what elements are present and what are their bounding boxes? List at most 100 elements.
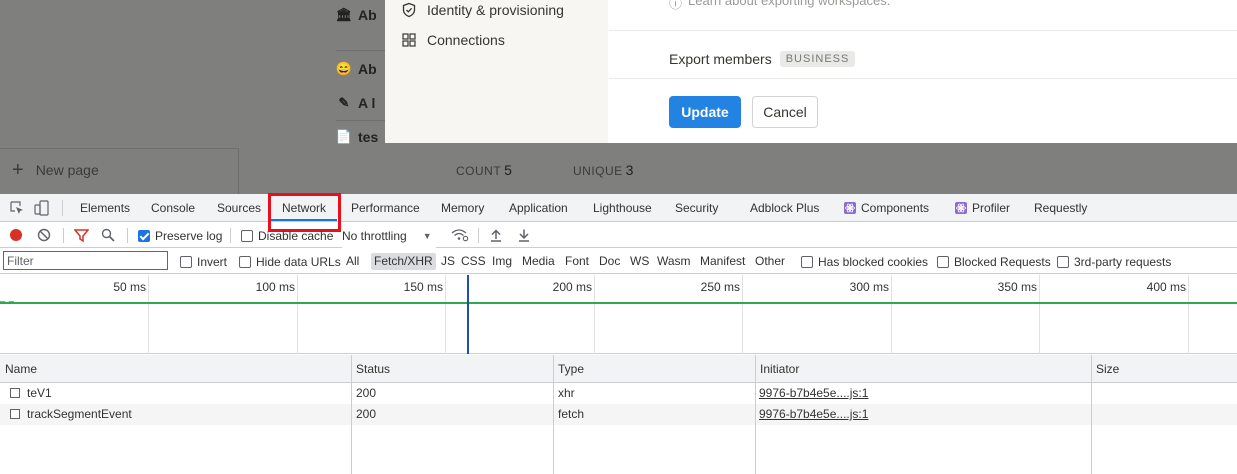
filter-type-font[interactable]: Font	[563, 253, 591, 270]
request-type: fetch	[558, 407, 585, 421]
tab-security[interactable]: Security	[675, 194, 718, 222]
invert-checkbox[interactable]: Invert	[180, 249, 227, 274]
invert-label: Invert	[197, 254, 228, 269]
filter-input[interactable]	[3, 251, 168, 270]
tab-console[interactable]: Console	[151, 194, 195, 222]
request-initiator-link[interactable]: 9976-b7b4e5e....js:1	[759, 383, 868, 404]
smile-icon: 😄	[335, 61, 353, 76]
shield-check-icon	[401, 2, 417, 18]
grid-icon	[401, 32, 417, 48]
third-party-requests-checkbox[interactable]: 3rd-party requests	[1057, 249, 1171, 274]
checkbox-unchecked	[1057, 255, 1069, 268]
new-page-button[interactable]: + New page	[12, 160, 99, 180]
filter-type-ws[interactable]: WS	[628, 253, 651, 270]
network-filter-bar: Invert Hide data URLs All Fetch/XHR JS C…	[0, 249, 1237, 274]
sidebar-item-label: Connections	[427, 32, 505, 48]
column-divider[interactable]	[351, 355, 352, 474]
tab-lighthouse[interactable]: Lighthouse	[593, 194, 652, 222]
filter-icon[interactable]	[73, 227, 89, 243]
record-icon[interactable]	[8, 227, 24, 243]
sidebar-item-connections[interactable]: Connections	[401, 32, 505, 48]
column-header-type[interactable]: Type	[553, 355, 755, 383]
page-list-item-label: A l	[358, 95, 376, 111]
upload-icon[interactable]	[488, 227, 504, 243]
column-header-initiator[interactable]: Initiator	[755, 355, 1091, 383]
timeline-label: 50 ms	[113, 280, 146, 294]
clear-icon[interactable]	[36, 227, 52, 243]
column-header-status[interactable]: Status	[351, 355, 553, 383]
devtools-panel: Elements Console Sources Network Perform…	[0, 193, 1237, 474]
inspect-element-icon[interactable]	[9, 200, 25, 216]
tab-memory[interactable]: Memory	[441, 194, 484, 222]
tab-profiler[interactable]: Profiler	[955, 194, 1010, 222]
requests-table: Name Status Type Initiator Size teV1 200…	[0, 355, 1237, 474]
filter-type-all[interactable]: All	[344, 253, 361, 270]
tab-network[interactable]: Network	[282, 194, 326, 222]
network-overview-timeline[interactable]: 50 ms 100 ms 150 ms 200 ms 250 ms 300 ms…	[0, 275, 1237, 354]
table-row[interactable]: teV1 200 xhr 9976-b7b4e5e....js:1	[0, 383, 1237, 404]
throttling-select[interactable]: No throttling ▼	[342, 223, 436, 248]
table-row[interactable]: trackSegmentEvent 200 fetch 9976-b7b4e5e…	[0, 404, 1237, 425]
has-blocked-cookies-label: Has blocked cookies	[818, 254, 929, 269]
export-members-label: Export members	[669, 51, 772, 67]
cancel-button[interactable]: Cancel	[752, 96, 818, 128]
timeline-label: 100 ms	[255, 280, 295, 294]
column-divider[interactable]	[1091, 355, 1092, 474]
column-divider[interactable]	[755, 355, 756, 474]
checkbox-unchecked	[239, 255, 251, 268]
column-header-name[interactable]: Name	[0, 355, 351, 383]
timeline-gridline	[594, 275, 595, 354]
network-conditions-icon[interactable]	[451, 227, 469, 243]
business-badge: BUSINESS	[779, 51, 856, 67]
filter-type-fetch-xhr[interactable]: Fetch/XHR	[371, 253, 436, 270]
timeline-gridline	[1188, 275, 1189, 354]
has-blocked-cookies-checkbox[interactable]: Has blocked cookies	[801, 249, 928, 274]
timeline-gridline	[445, 275, 446, 354]
hide-data-urls-checkbox[interactable]: Hide data URLs	[239, 249, 341, 274]
filter-type-manifest[interactable]: Manifest	[698, 253, 747, 270]
checkbox-checked	[138, 229, 150, 242]
disable-cache-checkbox[interactable]: Disable cache	[241, 223, 333, 248]
divider	[63, 228, 64, 243]
devtools-tabbar: Elements Console Sources Network Perform…	[0, 193, 1237, 232]
tab-elements[interactable]: Elements	[80, 194, 130, 222]
request-type-icon	[10, 409, 20, 419]
preserve-log-checkbox[interactable]: Preserve log	[138, 223, 222, 248]
filter-type-doc[interactable]: Doc	[597, 253, 622, 270]
request-type-icon	[10, 388, 20, 398]
tab-components-label: Components	[861, 201, 930, 215]
divider	[609, 30, 1237, 31]
column-header-size[interactable]: Size	[1091, 355, 1237, 383]
download-icon[interactable]	[516, 227, 532, 243]
filter-type-other[interactable]: Other	[753, 253, 787, 270]
filter-type-media[interactable]: Media	[520, 253, 557, 270]
tab-profiler-label: Profiler	[972, 201, 1011, 215]
filter-type-css[interactable]: CSS	[459, 253, 488, 270]
filter-type-img[interactable]: Img	[490, 253, 514, 270]
column-divider[interactable]	[553, 355, 554, 474]
page-list-item-label: Ab	[358, 7, 377, 23]
tab-components[interactable]: Components	[844, 194, 929, 222]
tab-sources[interactable]: Sources	[217, 194, 261, 222]
info-icon: ⓘ	[669, 0, 683, 11]
device-toolbar-icon[interactable]	[34, 200, 50, 216]
tab-adblock-plus[interactable]: Adblock Plus	[750, 194, 819, 222]
count-summary: COUNT 5	[456, 162, 512, 178]
update-button[interactable]: Update	[669, 96, 741, 128]
sidebar-item-identity[interactable]: Identity & provisioning	[401, 2, 564, 18]
filter-type-js[interactable]: JS	[439, 253, 457, 270]
blocked-requests-checkbox[interactable]: Blocked Requests	[937, 249, 1051, 274]
divider	[0, 148, 238, 149]
learn-link[interactable]: ⓘ Learn about exporting workspaces.	[669, 0, 890, 12]
request-name-text: teV1	[27, 386, 52, 400]
tab-requestly[interactable]: Requestly	[1034, 194, 1087, 222]
tab-performance[interactable]: Performance	[351, 194, 420, 222]
divider	[62, 200, 63, 216]
timeline-gridline	[1039, 275, 1040, 354]
timeline-load-line	[0, 302, 1237, 304]
tab-application[interactable]: Application	[509, 194, 568, 222]
request-initiator-link[interactable]: 9976-b7b4e5e....js:1	[759, 404, 868, 425]
page-list-item-label: Ab	[358, 61, 377, 77]
filter-type-wasm[interactable]: Wasm	[655, 253, 693, 270]
search-icon[interactable]	[100, 227, 116, 243]
